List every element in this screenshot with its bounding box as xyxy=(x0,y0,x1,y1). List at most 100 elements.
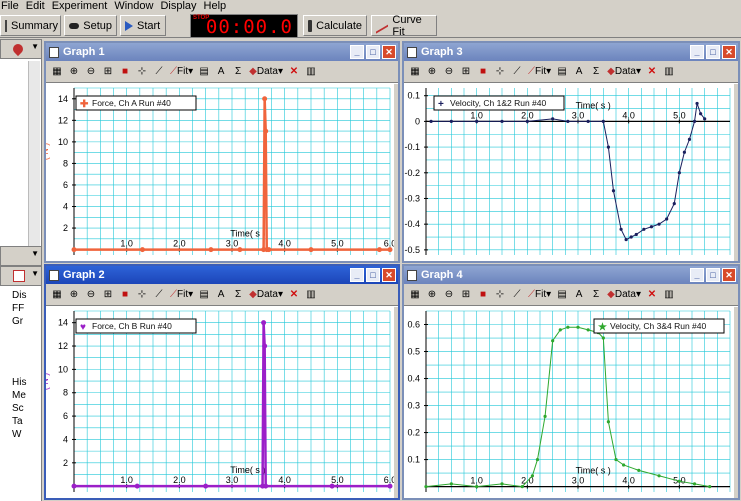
graph-1-plot[interactable]: 1.0 2.0 3.0 4.0 5.0 6.0 2 4 6 8 10 12 14 Time( s ) ( N… xyxy=(46,84,398,261)
delete-icon[interactable]: ✕ xyxy=(644,285,660,304)
menu-window[interactable]: Window xyxy=(113,0,159,13)
curve-fit-button[interactable]: Curve Fit xyxy=(371,14,437,38)
minimize-button[interactable]: _ xyxy=(350,45,364,59)
panel-item-meter[interactable]: Me xyxy=(12,390,42,401)
minimize-button[interactable]: _ xyxy=(690,45,704,59)
panel-item-table[interactable]: Ta xyxy=(12,416,42,427)
annotation-icon[interactable]: A xyxy=(213,62,230,81)
zoom-select-icon[interactable]: ⊞ xyxy=(458,62,474,81)
graph-1-titlebar[interactable]: Graph 1 _ □ ✕ xyxy=(46,43,398,61)
delete-icon[interactable]: ✕ xyxy=(644,62,660,81)
graph-2-titlebar[interactable]: Graph 2 _ □ ✕ xyxy=(46,266,398,284)
zoom-out-icon[interactable]: ⊖ xyxy=(83,62,99,81)
slope-icon[interactable]: ⟋ xyxy=(151,62,167,81)
data-dropdown[interactable]: ◆ Data ▾ xyxy=(605,62,643,81)
zoom-select-icon[interactable]: ⊞ xyxy=(100,62,116,81)
graph-settings-icon[interactable]: ▦ xyxy=(49,62,65,81)
menu-display[interactable]: Display xyxy=(159,0,202,13)
maximize-button[interactable]: □ xyxy=(706,45,720,59)
plot-area[interactable]: 1.0 2.0 3.0 4.0 5.0 6.0 2 4 6 8 10 12 14 Time( s ) ( N… xyxy=(46,84,394,259)
statistics-icon[interactable]: Σ xyxy=(230,62,247,81)
calculator-icon[interactable]: ▤ xyxy=(196,62,213,81)
panel-scrollbar[interactable] xyxy=(28,61,40,246)
vertical-scrollbar[interactable] xyxy=(394,307,398,498)
panel-item-fft[interactable]: FF xyxy=(12,303,42,314)
summary-button[interactable]: Summary xyxy=(0,15,61,36)
graph-settings-icon[interactable]: ▦ xyxy=(49,285,65,304)
slope-icon[interactable]: ⟋ xyxy=(509,62,525,81)
graph-settings-icon[interactable]: ▦ xyxy=(407,285,423,304)
panel-top-strip[interactable]: ▼ xyxy=(0,39,42,59)
graph-3-titlebar[interactable]: Graph 3 _ □ ✕ xyxy=(404,43,738,61)
graph-settings-icon[interactable]: ▦ xyxy=(407,62,423,81)
menu-help[interactable]: Help xyxy=(203,0,233,13)
legend[interactable]: ♥ Force, Ch B Run #40 xyxy=(75,318,197,334)
zoom-in-icon[interactable]: ⊕ xyxy=(424,62,440,81)
annotation-icon[interactable]: A xyxy=(571,62,588,81)
plot-options-icon[interactable]: ▥ xyxy=(661,285,677,304)
setup-button[interactable]: Setup xyxy=(64,15,117,36)
statistics-icon[interactable]: Σ xyxy=(230,285,247,304)
smart-tool-icon[interactable]: ⊹ xyxy=(492,285,508,304)
graph-2-plot[interactable]: 1.0 2.0 3.0 4.0 5.0 6.0 2 4 6 8 10 12 14 Time( s ) ( N… xyxy=(46,307,398,498)
record-icon[interactable]: ■ xyxy=(117,285,133,304)
zoom-out-icon[interactable]: ⊖ xyxy=(441,285,457,304)
fit-dropdown[interactable]: ⟋ Fit ▾ xyxy=(168,285,196,304)
zoom-out-icon[interactable]: ⊖ xyxy=(83,285,99,304)
zoom-in-icon[interactable]: ⊕ xyxy=(66,62,82,81)
record-icon[interactable]: ■ xyxy=(475,285,491,304)
panel-item-digits[interactable]: Dis xyxy=(12,290,42,301)
delete-icon[interactable]: ✕ xyxy=(286,62,302,81)
calculate-button[interactable]: Calculate xyxy=(303,15,367,36)
legend[interactable]: ★ Velocity, Ch 3&4 Run #40 xyxy=(593,318,725,334)
graph-1-window[interactable]: Graph 1 _ □ ✕ ▦ ⊕ ⊖ ⊞ ■ ⊹ ⟋ ⟋ Fit ▾ ▤ A Σ ◆ Data ▾ ✕ ▥ 1.0 2.0 3… xyxy=(44,41,400,263)
legend[interactable]: + Velocity, Ch 1&2 Run #40 xyxy=(433,95,565,111)
maximize-button[interactable]: □ xyxy=(706,268,720,282)
plot-options-icon[interactable]: ▥ xyxy=(303,285,319,304)
data-dropdown[interactable]: ◆ Data ▾ xyxy=(247,285,285,304)
maximize-button[interactable]: □ xyxy=(366,45,380,59)
panel-item-scope[interactable]: Sc xyxy=(12,403,42,414)
graph-3-plot[interactable]: 1.0 2.0 3.0 4.0 5.0 0.1 0 -0.1 -0.2 -0.3 -0.4 -0.5 T… xyxy=(404,84,738,261)
record-icon[interactable]: ■ xyxy=(475,62,491,81)
delete-icon[interactable]: ✕ xyxy=(286,285,302,304)
close-button[interactable]: ✕ xyxy=(382,268,396,282)
zoom-in-icon[interactable]: ⊕ xyxy=(424,285,440,304)
annotation-icon[interactable]: A xyxy=(213,285,230,304)
minimize-button[interactable]: _ xyxy=(690,268,704,282)
annotation-icon[interactable]: A xyxy=(571,285,588,304)
data-dropdown[interactable]: ◆ Data ▾ xyxy=(247,62,285,81)
smart-tool-icon[interactable]: ⊹ xyxy=(134,62,150,81)
panel-item-histogram[interactable]: His xyxy=(12,377,42,388)
panel-mid-strip[interactable]: ▼ xyxy=(0,246,42,266)
close-button[interactable]: ✕ xyxy=(722,268,736,282)
panel-item-graph[interactable]: Gr xyxy=(12,316,42,327)
close-button[interactable]: ✕ xyxy=(382,45,396,59)
vertical-scrollbar[interactable] xyxy=(734,84,738,261)
fit-dropdown[interactable]: ⟋ Fit ▾ xyxy=(168,62,196,81)
zoom-select-icon[interactable]: ⊞ xyxy=(100,285,116,304)
menu-file[interactable]: File xyxy=(0,0,25,13)
graph-4-titlebar[interactable]: Graph 4 _ □ ✕ xyxy=(404,266,738,284)
smart-tool-icon[interactable]: ⊹ xyxy=(492,62,508,81)
plot-options-icon[interactable]: ▥ xyxy=(303,62,319,81)
start-button[interactable]: Start xyxy=(120,15,166,36)
zoom-in-icon[interactable]: ⊕ xyxy=(66,285,82,304)
data-dropdown[interactable]: ◆ Data ▾ xyxy=(605,285,643,304)
record-icon[interactable]: ■ xyxy=(117,62,133,81)
plot-area[interactable]: 1.0 2.0 3.0 4.0 5.0 6.0 2 4 6 8 10 12 14 Time( s ) ( N… xyxy=(46,307,394,496)
calculator-icon[interactable]: ▤ xyxy=(554,285,571,304)
maximize-button[interactable]: □ xyxy=(366,268,380,282)
plot-area[interactable]: 1.02.03.04.05.00.10.20.30.40.50.6Time( s… xyxy=(404,307,734,496)
minimize-button[interactable]: _ xyxy=(350,268,364,282)
graph-3-window[interactable]: Graph 3 _ □ ✕ ▦ ⊕ ⊖ ⊞ ■ ⊹ ⟋ ⟋ Fit ▾ ▤ A Σ ◆ Data ▾ ✕ ▥ 1.0 2.0 3… xyxy=(402,41,740,263)
graph-2-window[interactable]: Graph 2 _ □ ✕ ▦ ⊕ ⊖ ⊞ ■ ⊹ ⟋ ⟋ Fit ▾ ▤ A Σ ◆ Data ▾ ✕ ▥ 1.0 2.0 3… xyxy=(44,264,400,500)
close-button[interactable]: ✕ xyxy=(722,45,736,59)
slope-icon[interactable]: ⟋ xyxy=(509,285,525,304)
zoom-select-icon[interactable]: ⊞ xyxy=(458,285,474,304)
statistics-icon[interactable]: Σ xyxy=(588,285,605,304)
graph-4-plot[interactable]: 1.02.03.04.05.00.10.20.30.40.50.6Time( s… xyxy=(404,307,738,498)
calculator-icon[interactable]: ▤ xyxy=(554,62,571,81)
plot-options-icon[interactable]: ▥ xyxy=(661,62,677,81)
slope-icon[interactable]: ⟋ xyxy=(151,285,167,304)
